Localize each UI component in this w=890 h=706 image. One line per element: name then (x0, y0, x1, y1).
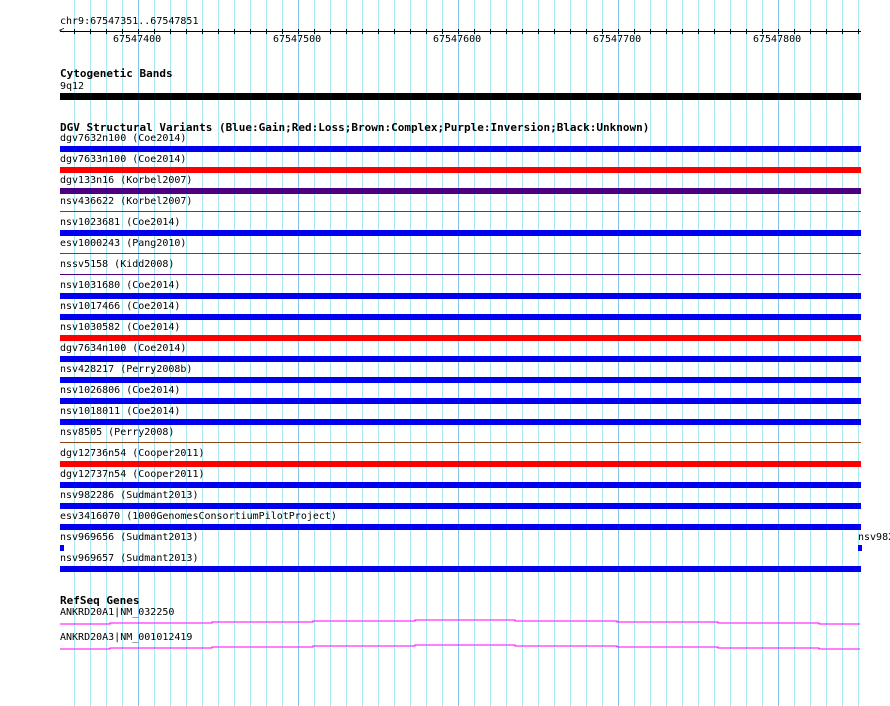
gene-model[interactable] (60, 619, 860, 625)
gene-model[interactable] (60, 644, 860, 650)
refseq-gene-models (60, 619, 860, 650)
